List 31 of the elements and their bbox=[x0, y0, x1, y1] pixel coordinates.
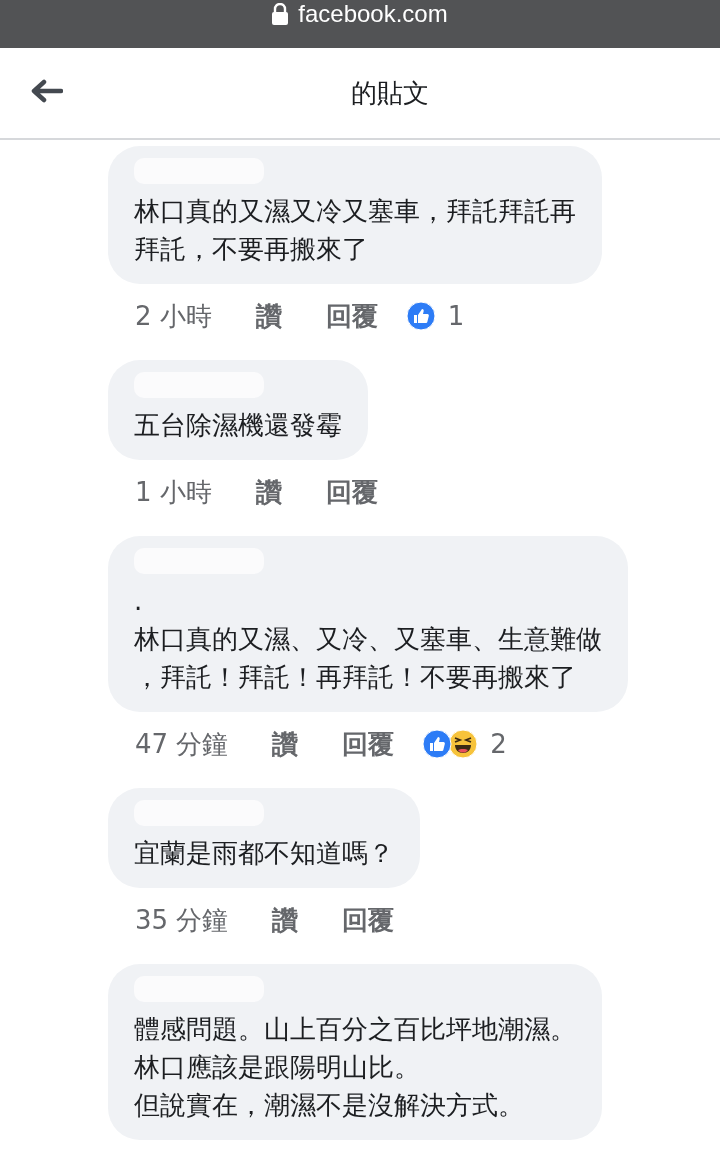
thumbs-up-icon bbox=[405, 301, 436, 331]
comment-text: 林口真的又濕又冷又塞車，拜託拜託再 bbox=[134, 195, 576, 228]
laughing-face-icon bbox=[448, 729, 479, 759]
url-text[interactable]: facebook.com bbox=[298, 2, 448, 26]
thumbs-up-icon bbox=[422, 729, 453, 759]
comment-text: 但說實在，潮濕不是沒解決方式。 bbox=[134, 1089, 525, 1122]
like-link[interactable]: 讚 bbox=[255, 298, 282, 334]
page-title: 的貼文 bbox=[351, 76, 429, 110]
comment-text: 拜託，不要再搬來了 bbox=[134, 233, 369, 266]
reaction-count[interactable]: 2 bbox=[490, 729, 507, 759]
comment-text: . bbox=[134, 585, 144, 618]
comment-text: 五台除濕機還發霉 bbox=[134, 409, 342, 442]
reply-link[interactable]: 回覆 bbox=[342, 902, 395, 938]
comment-text: 體感問題。山上百分之百比坪地潮濕。 bbox=[134, 1013, 576, 1046]
comment-time: 35 分鐘 bbox=[135, 903, 229, 937]
comment-text: ，拜託！拜託！再拜託！不要再搬來了 bbox=[134, 661, 577, 694]
comment-time: 47 分鐘 bbox=[135, 727, 229, 761]
reply-link[interactable]: 回覆 bbox=[325, 474, 378, 510]
comment-time: 1 小時 bbox=[135, 475, 212, 509]
comment-time: 2 小時 bbox=[135, 299, 212, 333]
lock-icon bbox=[272, 3, 289, 25]
like-link[interactable]: 讚 bbox=[272, 902, 299, 938]
comment-text: 林口應該是跟陽明山比。 bbox=[134, 1051, 421, 1084]
comment-text: 宜蘭是雨都不知道嗎？ bbox=[134, 837, 394, 870]
comment-text: 林口真的又濕、又冷、又塞車、生意難做 bbox=[134, 623, 602, 656]
like-link[interactable]: 讚 bbox=[255, 474, 282, 510]
like-link[interactable]: 讚 bbox=[272, 726, 299, 762]
back-arrow-icon[interactable] bbox=[31, 79, 63, 103]
reaction-count[interactable]: 1 bbox=[447, 301, 465, 331]
reply-link[interactable]: 回覆 bbox=[342, 726, 395, 762]
reply-link[interactable]: 回覆 bbox=[325, 298, 378, 334]
